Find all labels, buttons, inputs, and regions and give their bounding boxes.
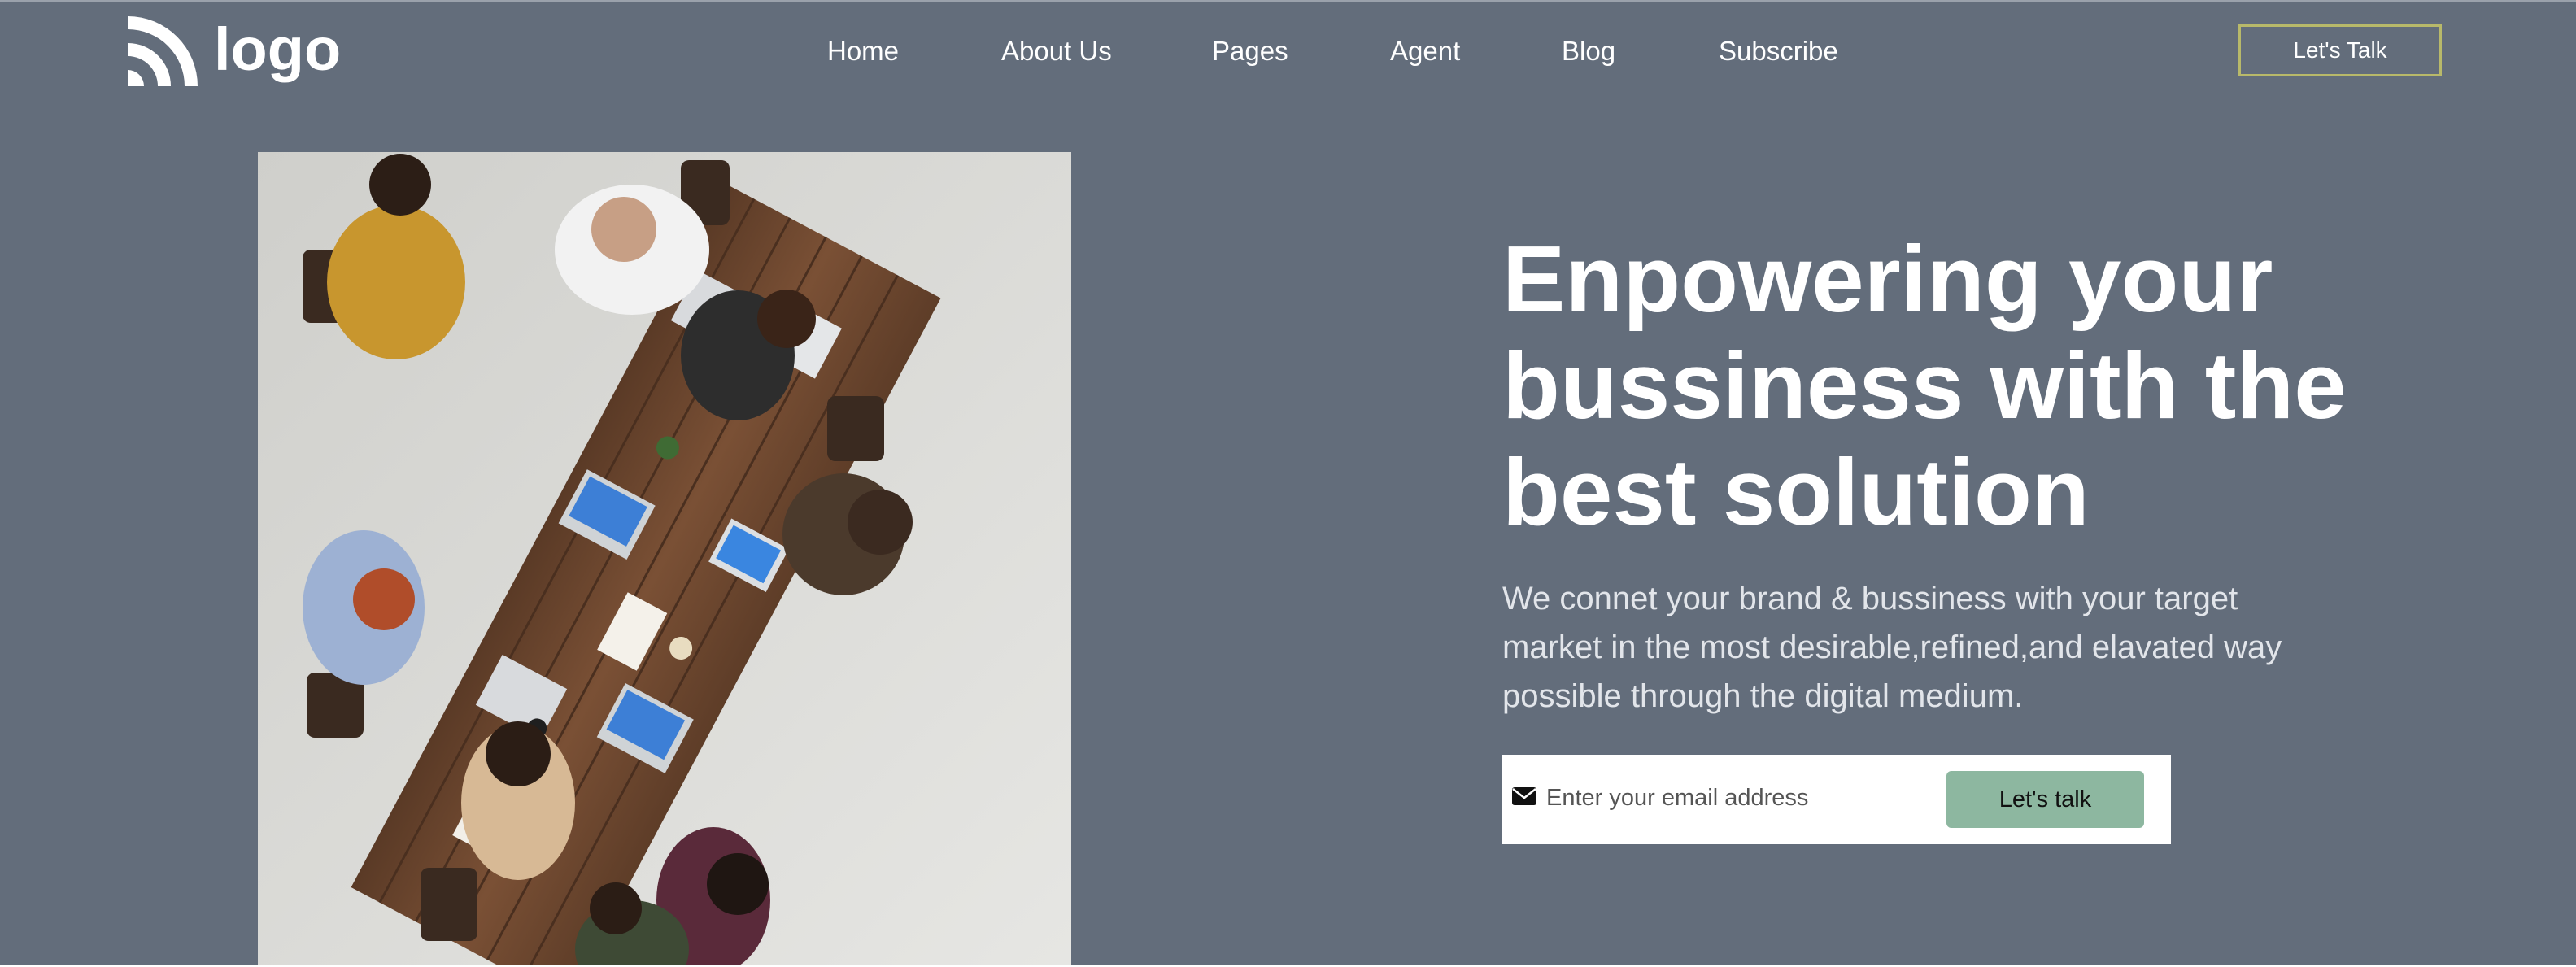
logo[interactable]: logo — [128, 15, 342, 90]
email-signup-form: Let's talk — [1502, 755, 2171, 844]
hero-headline: Enpowering your bussiness with the best … — [1502, 226, 2347, 545]
nav-pages[interactable]: Pages — [1212, 31, 1288, 72]
hero-subtext: We connet your brand & bussiness with yo… — [1502, 581, 2282, 714]
envelope-icon — [1512, 786, 1536, 807]
nav-agent[interactable]: Agent — [1390, 31, 1460, 72]
top-border — [0, 0, 2576, 2]
nav-home[interactable]: Home — [827, 31, 899, 72]
nav-subscribe[interactable]: Subscribe — [1719, 31, 1838, 72]
signup-button[interactable]: Let's talk — [1946, 771, 2144, 828]
nav-blog[interactable]: Blog — [1562, 31, 1615, 72]
logo-text: logo — [214, 15, 342, 83]
email-input[interactable] — [1546, 775, 1920, 821]
nav-about-us[interactable]: About Us — [1001, 31, 1112, 72]
logo-arcs-icon — [128, 15, 198, 90]
hero-section: logo Home About Us Pages Agent Blog Subs… — [0, 0, 2576, 965]
lets-talk-button[interactable]: Let's Talk — [2238, 24, 2442, 76]
team-meeting-photo — [258, 152, 1071, 965]
